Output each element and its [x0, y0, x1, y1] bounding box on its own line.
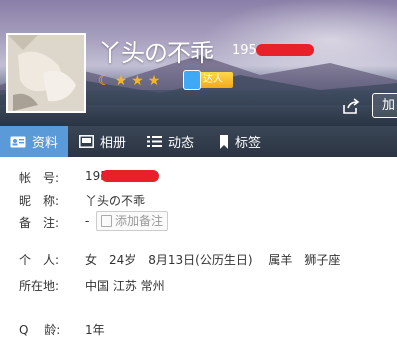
person-label: 个 人:: [19, 253, 60, 267]
tab-tags[interactable]: 标签: [219, 126, 261, 157]
star-icon: ★: [131, 73, 144, 89]
profile-info: 帐 号: 195 昵 称: 丫头の不乖 备 注: - 添加备注 个 人: 女 2…: [0, 157, 397, 347]
star-icon: ★: [147, 73, 161, 89]
tab-feed-label: 动态: [168, 136, 195, 151]
moon-icon: ☾: [98, 73, 111, 89]
edit-icon: [101, 215, 112, 227]
tab-feed[interactable]: 动态: [147, 126, 194, 157]
star-icon: ★: [114, 73, 128, 89]
remark-value: -: [85, 214, 90, 228]
qage-value: 1年: [85, 323, 105, 337]
badge-label: 达人: [203, 74, 223, 85]
redaction-mark: [101, 170, 159, 182]
tab-album[interactable]: 相册: [79, 126, 126, 157]
avatar[interactable]: [6, 33, 86, 113]
account-label: 帐 号:: [19, 171, 60, 185]
nick-value: 丫头の不乖: [85, 194, 146, 208]
tab-tags-label: 标签: [235, 136, 262, 151]
profile-nickname: 丫头の不乖: [98, 39, 214, 67]
bookmark-icon: [220, 134, 228, 149]
location-label: 所在地:: [19, 279, 60, 293]
album-icon: [79, 135, 94, 148]
vip-face-icon: [183, 70, 201, 90]
talent-badge[interactable]: 达人: [183, 70, 233, 90]
tab-album-label: 相册: [100, 136, 127, 151]
nick-label: 昵 称:: [19, 194, 60, 208]
qq-number: 195: [232, 43, 257, 58]
person-value: 女 24岁 8月13日(公历生日) 属羊 狮子座: [85, 253, 341, 267]
level-icons: ☾ ★ ★ ★: [98, 72, 160, 90]
tab-bar: 资料 相册 动态 标签: [0, 126, 397, 157]
profile-card-icon: [10, 136, 26, 147]
location-value: 中国 江苏 常州: [85, 279, 165, 293]
qage-label: Q 龄:: [19, 323, 61, 337]
remark-label: 备 注:: [19, 216, 60, 230]
add-friend-button[interactable]: 加: [372, 93, 397, 118]
tab-profile[interactable]: 资料: [0, 126, 68, 157]
add-remark-label: 添加备注: [115, 214, 164, 228]
redaction-mark: [256, 44, 314, 56]
share-icon[interactable]: [342, 97, 360, 115]
feed-icon: [147, 136, 162, 147]
tab-profile-label: 资料: [32, 136, 59, 151]
add-remark-button[interactable]: 添加备注: [96, 211, 168, 231]
